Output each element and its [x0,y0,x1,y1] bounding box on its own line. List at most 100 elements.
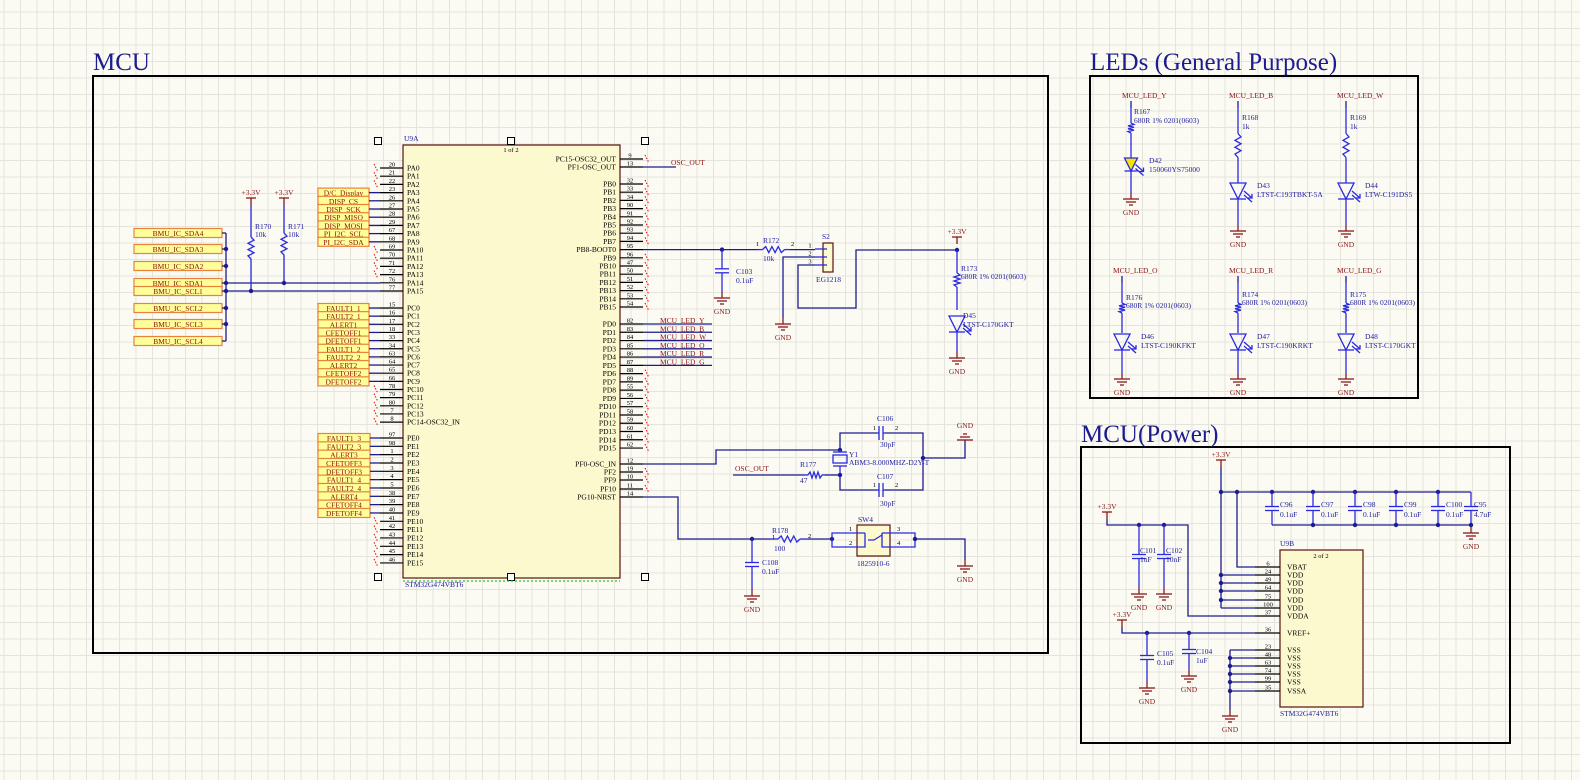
pin-number: 88 [627,367,634,374]
resistor-value: 680R 1% 0201(0603) [1126,301,1191,310]
gnd-label: GND [957,575,974,584]
pin-number: 11 [627,483,633,490]
pin-number: 59 [627,417,634,424]
led-ref: D47 [1257,332,1270,341]
resistor-icon [1117,302,1127,314]
pin-number: 46 [389,556,396,563]
c104-ref: C104 [1196,647,1213,656]
pin-number: 32 [627,178,634,185]
resistor-icon [762,245,785,255]
pin-name-pf9: PF9 [604,476,616,485]
selection-handle[interactable] [374,573,382,581]
unconnected-marker [373,393,379,402]
pin-number: 18 [389,326,396,333]
pin-number: 2 [791,241,794,248]
selection-handle[interactable] [641,137,649,145]
r178-value: 100 [774,544,786,553]
pin-number: 87 [627,359,634,366]
capacitor-value: 0.1uF [1363,510,1380,519]
pin-number: 98 [389,440,396,447]
r177-ref: R177 [800,460,817,469]
r171-value: 10k [288,230,300,239]
schematic-canvas[interactable]: MCU LEDs (General Purpose) MCU(Power) U9A 1 … [0,0,1580,780]
pin-number: 75 [1265,594,1272,601]
net-label-text: DFETOFF4 [326,509,362,518]
pin-number: 1 [772,534,775,541]
pin-number: 40 [389,506,396,513]
u9a-designator: U9A [404,134,419,143]
bmu-net-label: BMU_IC_SCL2 [153,304,203,313]
u9a-chip-body[interactable] [402,144,621,579]
capacitor-value: 0.1uF [1280,510,1297,519]
u9a-part-number: STM32G474VBT6 [405,580,464,589]
junction-dot [1218,597,1224,603]
pin-number: 44 [389,540,396,547]
pin-number: 90 [627,202,634,209]
u9b-designator: U9B [1280,539,1294,548]
pin-number: 100 [1263,602,1273,609]
pin-number: 1 [808,243,811,250]
pin-name: VSS [1287,678,1301,687]
pin-number: 70 [389,252,396,259]
pin-number: 50 [627,268,634,275]
pin-name: VDDA [1287,612,1309,621]
pin-number: 97 [389,432,396,439]
capacitor-ref: C98 [1363,500,1376,509]
bmu-net-label: BMU_IC_SCL4 [153,337,203,346]
gnd-label: GND [1338,388,1355,397]
pin-number: 86 [627,351,634,358]
selection-handle[interactable] [507,137,515,145]
pin-number: 2 [895,482,898,489]
junction-dot [1218,580,1224,586]
pin-number: 55 [627,384,634,391]
pin-number: 43 [389,531,396,538]
u9a-part-of: 1 of 2 [503,147,518,154]
pin-number: 24 [1265,569,1272,576]
resistor-icon [807,469,823,481]
c104-value: 1uF [1196,656,1208,665]
junction-dot [248,288,254,294]
pin-name: VSSA [1287,687,1307,696]
pin-number: 19 [627,466,634,473]
c108-ref: C108 [762,558,779,567]
pin-number: 17 [389,318,396,325]
selection-handle[interactable] [374,137,382,145]
capacitor-value: 4.7uF [1474,510,1491,519]
pin-name-pf1-osc_out: PF1-OSC_OUT [568,163,617,172]
junction-dot [1227,663,1233,669]
pin-number: 34 [389,342,396,349]
led-net-label: MCU_LED_B [1229,91,1273,100]
led-ref: D48 [1365,332,1378,341]
pin-number: 94 [627,235,634,242]
unconnected-marker [373,253,379,263]
pin-number: 89 [627,375,634,382]
resistor-ref: R169 [1350,113,1367,122]
selection-handle[interactable] [641,573,649,581]
resistor-icon [951,272,963,288]
led-arrow-icon [1243,341,1253,350]
r173-value: 680R 1% 0201(0603) [961,272,1026,281]
pin-number: 61 [627,433,634,440]
resistor-icon [1233,133,1243,158]
pin-number: 52 [627,284,634,291]
pin-name-pb15: PB15 [599,303,616,312]
junction-dot [1227,671,1233,677]
pin-number: 62 [627,442,634,449]
r172-ref: R172 [763,236,780,245]
unconnected-marker [373,542,379,551]
pin-number: 47 [627,260,634,267]
pin-number: 36 [1265,627,1272,634]
y1-value: ABM3-8.000MHZ-D2Y-T [849,458,930,467]
pin-name-pe15: PE15 [407,558,424,567]
gnd-label: GND [1222,725,1239,734]
led-value: 150060YS75000 [1149,165,1200,174]
junction-dot [281,280,287,286]
gnd-label: GND [1156,603,1173,612]
pin-number: 84 [627,334,634,341]
selection-handle[interactable] [507,573,515,581]
pin-number: 1 [390,448,393,455]
c102-value: 10nF [1166,555,1181,564]
r172-value: 10k [763,254,775,263]
u9b-part-of: 2 of 2 [1313,553,1328,560]
led-value: LTST-C190KFKT [1141,341,1196,350]
